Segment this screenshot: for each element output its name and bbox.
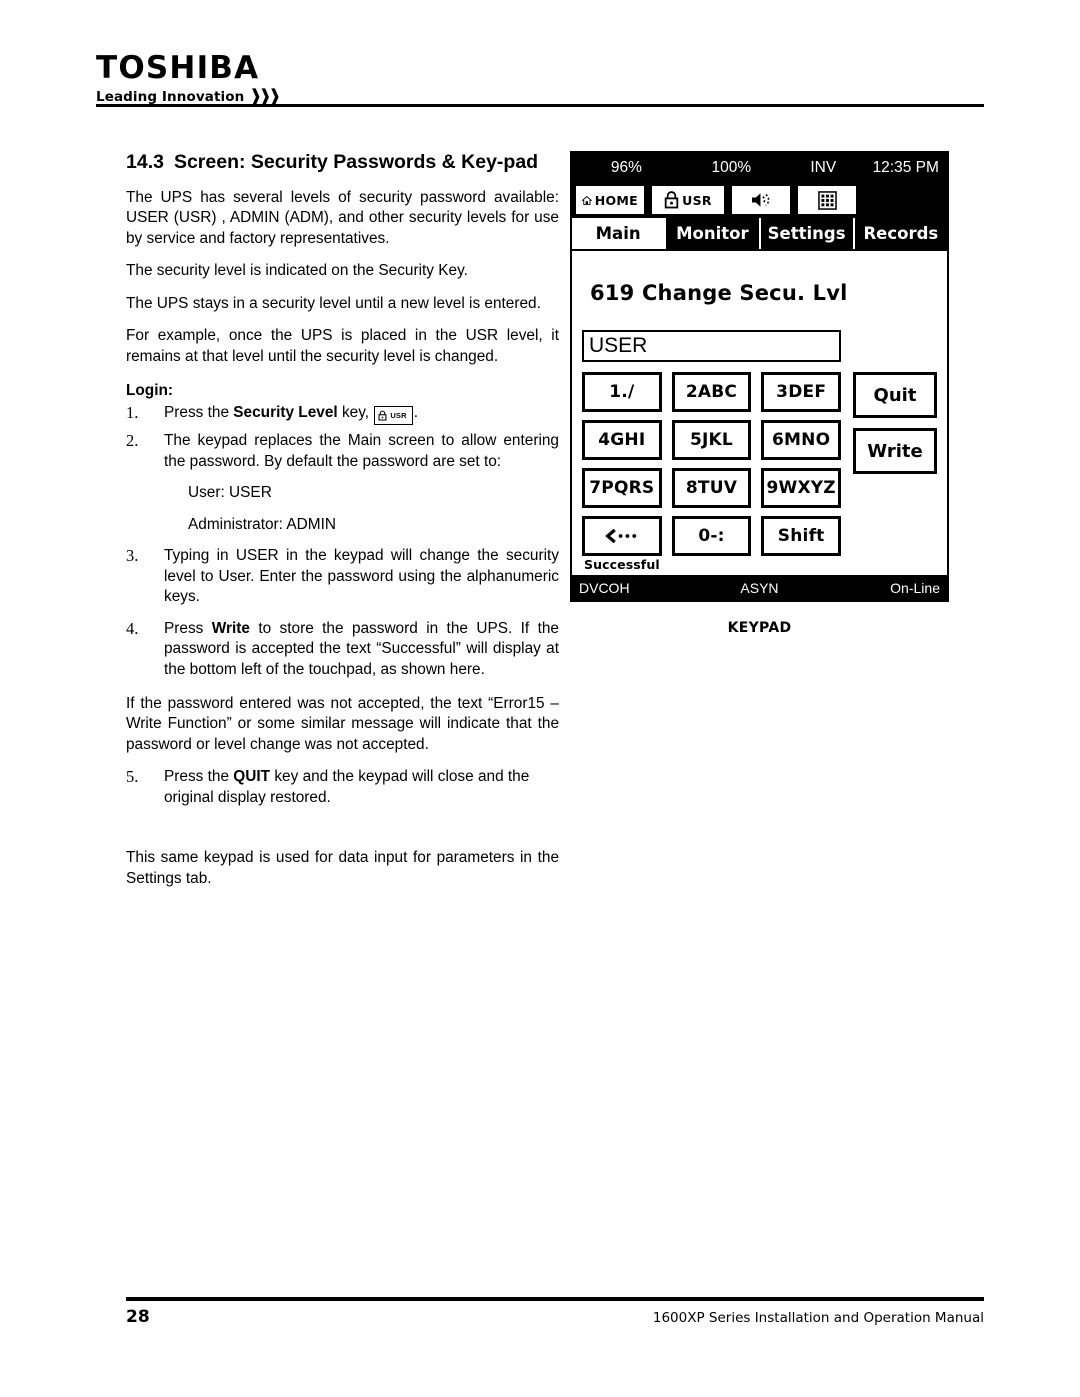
step1-before: Press the <box>164 404 234 422</box>
screen-title: 619 Change Secu. Lvl <box>590 281 848 305</box>
home-icon <box>582 195 592 205</box>
status-load: 100% <box>711 158 752 176</box>
chevrons-icon: ❱❱❱ <box>249 85 281 107</box>
key-shift[interactable]: Shift <box>761 516 841 556</box>
key-backspace[interactable] <box>582 516 662 556</box>
device-toolbar: HOME USR <box>572 182 947 218</box>
security-level-button[interactable]: USR <box>650 184 726 216</box>
paragraph-intro: The UPS has several levels of security p… <box>126 188 559 247</box>
login-steps-list-continued: Press the QUIT key and the keypad will c… <box>126 767 559 808</box>
speaker-mute-icon <box>752 193 770 207</box>
inline-key-label: USR <box>390 410 407 420</box>
section-number: 14.3 <box>126 151 164 173</box>
device-footer-center: ASYN <box>740 579 779 596</box>
key-7[interactable]: 7PQRS <box>582 468 662 508</box>
status-message: Successful <box>584 557 660 572</box>
default-credentials: User: USER Administrator: ADMIN <box>126 483 559 535</box>
quit-button[interactable]: Quit <box>853 372 937 418</box>
step5-bold: QUIT <box>233 768 271 786</box>
security-level-key-glyph: USR <box>374 406 413 426</box>
key-5[interactable]: 5JKL <box>671 420 752 460</box>
list-item-step-2: The keypad replaces the Main screen to a… <box>126 431 559 470</box>
manual-title: 1600XP Series Installation and Operation… <box>652 1310 984 1326</box>
list-item-step-5: Press the QUIT key and the keypad will c… <box>126 767 559 808</box>
password-input[interactable]: USER <box>582 330 841 362</box>
key-1[interactable]: 1./ <box>582 372 662 412</box>
brand-tagline-text: Leading Innovation <box>96 88 245 105</box>
step1-bold: Security Level <box>233 404 338 422</box>
device-status-bar: 96% 100% INV 12:35 PM <box>572 153 947 182</box>
device-footer-bar: DVCOH ASYN On-Line <box>572 575 947 600</box>
key-4[interactable]: 4GHI <box>582 420 662 460</box>
page-number: 28 <box>126 1307 150 1327</box>
paragraph-example: For example, once the UPS is placed in t… <box>126 327 559 365</box>
lock-icon <box>378 410 387 421</box>
step4-before: Press <box>164 619 212 637</box>
alarm-silence-button[interactable] <box>730 184 792 216</box>
tab-records[interactable]: Records <box>852 218 947 249</box>
paragraph-security-key: The security level is indicated on the S… <box>126 262 468 280</box>
header-divider <box>96 104 984 107</box>
paragraph-closing: This same keypad is used for data input … <box>126 849 559 887</box>
keys-area: 1./ 2ABC 3DEF 4GHI 5JKL 6MNO 7PQRS 8TUV … <box>582 372 937 556</box>
keypad-figure: 96% 100% INV 12:35 PM HOME USR Main Moni… <box>570 151 949 636</box>
list-item-step-4: Press Write to store the password in the… <box>126 619 559 680</box>
section-title-text: Screen: Security Passwords & Key-pad <box>173 151 539 173</box>
paragraph-error-message: If the password entered was not accepted… <box>126 694 559 753</box>
write-button[interactable]: Write <box>853 428 937 474</box>
device-footer-right: On-Line <box>890 579 940 596</box>
brand-name: TOSHIBA <box>96 50 260 86</box>
tab-settings[interactable]: Settings <box>758 218 853 249</box>
key-2[interactable]: 2ABC <box>671 372 752 412</box>
brand-tagline: Leading Innovation ❱❱❱ <box>96 85 984 107</box>
backspace-arrow-icon <box>604 528 637 544</box>
status-time: 12:35 PM <box>872 158 939 176</box>
home-button[interactable]: HOME <box>574 184 646 216</box>
home-button-label: HOME <box>594 192 638 208</box>
tab-monitor[interactable]: Monitor <box>664 218 759 249</box>
device-tab-bar: Main Monitor Settings Records <box>572 218 947 249</box>
step5-before: Press the <box>164 768 234 786</box>
keypad-button[interactable] <box>796 184 858 216</box>
list-item-step-3: Typing in USER in the keypad will change… <box>126 546 559 606</box>
login-steps-list: Press the Security Level key, USR. The k… <box>126 403 559 680</box>
paragraph-level-persist: The UPS stays in a security level until … <box>126 294 541 312</box>
login-heading: Login: <box>126 382 174 400</box>
credential-user: User: USER <box>188 484 272 502</box>
article-body: 14.3 Screen: Security Passwords & Key-pad… <box>126 150 559 901</box>
credential-admin: Administrator: ADMIN <box>188 515 336 533</box>
key-8[interactable]: 8TUV <box>671 468 752 508</box>
status-mode: INV <box>810 158 837 176</box>
lock-icon <box>664 191 679 209</box>
step4-bold: Write <box>211 619 250 637</box>
key-9[interactable]: 9WXYZ <box>761 468 841 508</box>
key-6[interactable]: 6MNO <box>761 420 841 460</box>
device-content: 619 Change Secu. Lvl USER 1./ 2ABC 3DEF … <box>572 249 947 572</box>
keypad-grid: 1./ 2ABC 3DEF 4GHI 5JKL 6MNO 7PQRS 8TUV … <box>582 372 841 556</box>
tab-main[interactable]: Main <box>572 218 665 249</box>
entry-row: USER <box>582 330 937 362</box>
key-3[interactable]: 3DEF <box>761 372 841 412</box>
keypad-grid-icon <box>817 190 837 210</box>
security-level-button-label: USR <box>682 192 712 208</box>
key-0[interactable]: 0-: <box>671 516 752 556</box>
footer-divider <box>126 1297 984 1301</box>
side-keys: Quit Write <box>841 372 937 556</box>
list-item-step-1: Press the Security Level key, USR. <box>126 403 559 426</box>
device-screen: 96% 100% INV 12:35 PM HOME USR Main Moni… <box>570 151 949 602</box>
page-title: 14.3 Screen: Security Passwords & Key-pad <box>126 150 559 176</box>
status-battery: 96% <box>610 158 642 176</box>
brand-header: TOSHIBA Leading Innovation ❱❱❱ <box>96 52 984 105</box>
step1-after: key, <box>337 404 374 422</box>
step1-trailing: . <box>413 404 419 422</box>
device-footer-left: DVCOH <box>579 579 630 596</box>
figure-caption: KEYPAD <box>727 620 792 636</box>
